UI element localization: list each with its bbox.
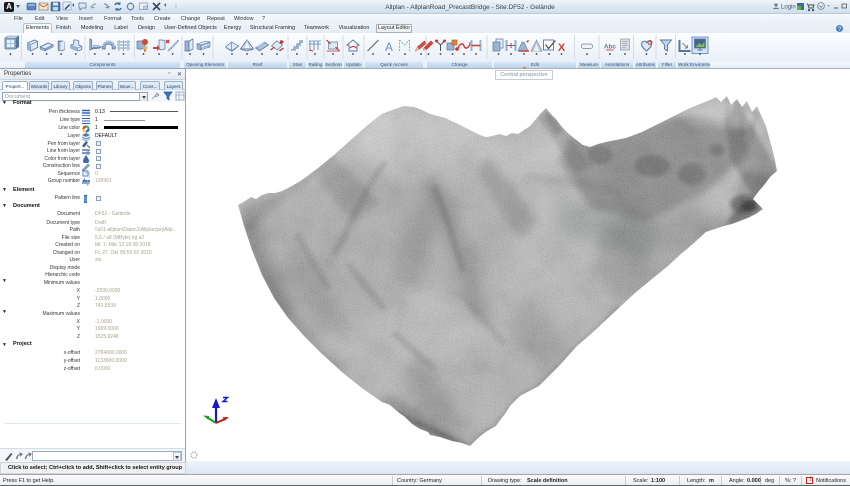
- svg-text:X: X: [558, 42, 566, 54]
- svg-text:A: A: [385, 42, 393, 54]
- svg-text:Abc: Abc: [604, 44, 617, 51]
